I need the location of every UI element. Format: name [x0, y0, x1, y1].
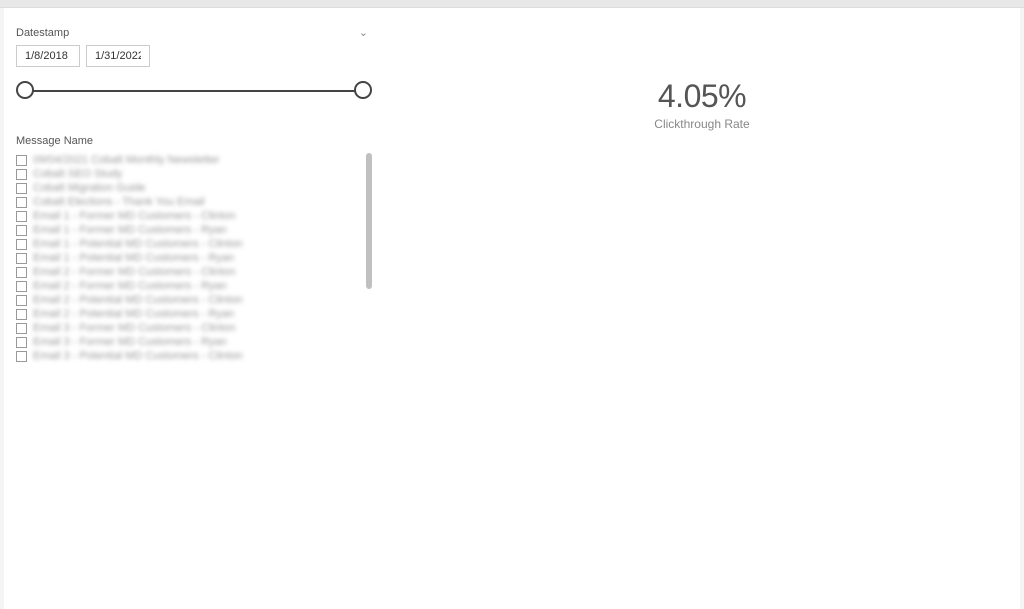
- date-slider[interactable]: [16, 81, 372, 105]
- list-item[interactable]: Email 2 - Potential MD Customers - Clint…: [16, 293, 372, 307]
- message-text: Email 3 - Former MD Customers - Ryan: [33, 336, 227, 348]
- message-text: Email 1 - Former MD Customers - Ryan: [33, 224, 227, 236]
- list-item[interactable]: Cobalt SEO Study: [16, 167, 372, 181]
- message-text: 09/04/2021 Cobalt Monthly Newsletter: [33, 154, 220, 166]
- message-text: Email 2 - Former MD Customers - Ryan: [33, 280, 227, 292]
- checkbox[interactable]: [16, 197, 27, 208]
- left-panel: Datestamp ⌄ Message Name 09/04/2021 Coba…: [4, 8, 384, 609]
- message-text: Email 2 - Former MD Customers - Clinton: [33, 266, 235, 278]
- scrollbar[interactable]: [366, 153, 372, 289]
- list-item[interactable]: Email 3 - Former MD Customers - Ryan: [16, 335, 372, 349]
- message-text: Email 1 - Former MD Customers - Clinton: [33, 210, 235, 222]
- list-item[interactable]: Email 1 - Former MD Customers - Ryan: [16, 223, 372, 237]
- checkbox[interactable]: [16, 295, 27, 306]
- checkbox[interactable]: [16, 169, 27, 180]
- datestamp-label: Datestamp: [16, 27, 69, 39]
- date-end-input[interactable]: [86, 45, 150, 67]
- message-text: Email 3 - Former MD Customers - Clinton: [33, 322, 235, 334]
- checkbox[interactable]: [16, 337, 27, 348]
- checkbox[interactable]: [16, 323, 27, 334]
- message-text: Cobalt SEO Study: [33, 168, 122, 180]
- message-text: Email 2 - Potential MD Customers - Clint…: [33, 294, 243, 306]
- slider-handle-end[interactable]: [354, 81, 372, 99]
- date-inputs: [16, 45, 372, 67]
- message-text: Email 2 - Potential MD Customers - Ryan: [33, 308, 234, 320]
- date-start-input[interactable]: [16, 45, 80, 67]
- list-item[interactable]: Cobalt Migration Guide: [16, 181, 372, 195]
- kpi-value: 4.05%: [384, 78, 1020, 115]
- slider-track: [25, 90, 363, 92]
- top-bar: [0, 0, 1024, 8]
- list-item[interactable]: 09/04/2021 Cobalt Monthly Newsletter: [16, 153, 372, 167]
- message-text: Cobalt Migration Guide: [33, 182, 146, 194]
- list-item[interactable]: Email 2 - Former MD Customers - Clinton: [16, 265, 372, 279]
- list-item[interactable]: Email 3 - Former MD Customers - Clinton: [16, 321, 372, 335]
- kpi-label: Clickthrough Rate: [384, 117, 1020, 131]
- checkbox[interactable]: [16, 281, 27, 292]
- right-panel: 4.05% Clickthrough Rate: [384, 8, 1020, 609]
- checkbox[interactable]: [16, 183, 27, 194]
- list-item[interactable]: Email 2 - Potential MD Customers - Ryan: [16, 307, 372, 321]
- message-text: Email 3 - Potential MD Customers - Clint…: [33, 350, 243, 362]
- checkbox[interactable]: [16, 225, 27, 236]
- list-item[interactable]: Email 3 - Potential MD Customers - Clint…: [16, 349, 372, 363]
- datestamp-header: Datestamp ⌄: [16, 26, 372, 39]
- checkbox[interactable]: [16, 267, 27, 278]
- message-text: Cobalt Elections - Thank You Email: [33, 196, 205, 208]
- list-item[interactable]: Cobalt Elections - Thank You Email: [16, 195, 372, 209]
- main-container: Datestamp ⌄ Message Name 09/04/2021 Coba…: [4, 8, 1020, 609]
- checkbox[interactable]: [16, 351, 27, 362]
- message-text: Email 1 - Potential MD Customers - Clint…: [33, 238, 243, 250]
- list-item[interactable]: Email 1 - Former MD Customers - Clinton: [16, 209, 372, 223]
- message-list: 09/04/2021 Cobalt Monthly Newsletter Coba…: [16, 153, 372, 363]
- message-list-container: 09/04/2021 Cobalt Monthly Newsletter Coba…: [16, 153, 372, 383]
- message-name-label: Message Name: [16, 135, 372, 147]
- list-item[interactable]: Email 1 - Potential MD Customers - Ryan: [16, 251, 372, 265]
- kpi-card: 4.05% Clickthrough Rate: [384, 78, 1020, 131]
- list-item[interactable]: Email 2 - Former MD Customers - Ryan: [16, 279, 372, 293]
- slider-handle-start[interactable]: [16, 81, 34, 99]
- checkbox[interactable]: [16, 253, 27, 264]
- list-item[interactable]: Email 1 - Potential MD Customers - Clint…: [16, 237, 372, 251]
- message-text: Email 1 - Potential MD Customers - Ryan: [33, 252, 234, 264]
- checkbox[interactable]: [16, 309, 27, 320]
- checkbox[interactable]: [16, 155, 27, 166]
- checkbox[interactable]: [16, 239, 27, 250]
- chevron-down-icon[interactable]: ⌄: [359, 26, 372, 39]
- checkbox[interactable]: [16, 211, 27, 222]
